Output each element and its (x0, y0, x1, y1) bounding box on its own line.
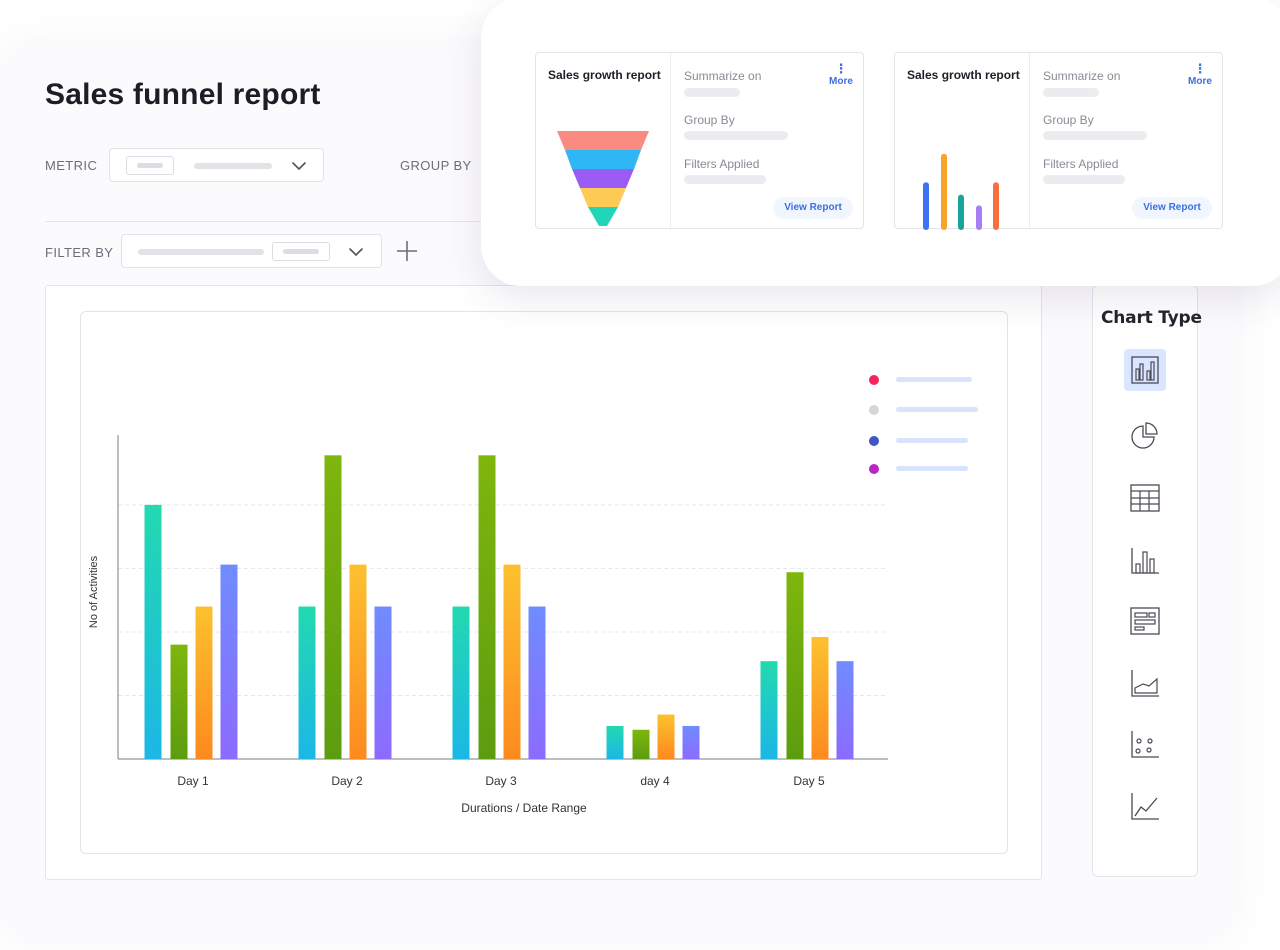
metric-select[interactable] (109, 148, 324, 182)
report-cards-overlay: Sales growth report Summarize on Group B… (481, 0, 1280, 286)
view-report-button[interactable]: View Report (773, 197, 853, 219)
filters-divider (45, 221, 485, 222)
metric-label: METRIC (45, 158, 98, 173)
metric-value-placeholder (194, 163, 272, 169)
chart-type-bar[interactable] (1124, 539, 1166, 581)
view-report-button[interactable]: View Report (1132, 197, 1212, 219)
scatter-chart-icon (1131, 731, 1159, 758)
group-by-field-label: Group By (1043, 113, 1094, 127)
area-chart-icon (1131, 670, 1159, 697)
add-filter-button[interactable] (394, 238, 420, 264)
preview-bar (923, 182, 929, 230)
vertical-dots-icon: ⋮ (1193, 61, 1207, 76)
summarize-on-label: Summarize on (1043, 69, 1121, 83)
group-by-label: GROUP BY (400, 158, 472, 173)
report-card[interactable]: Sales growth report Summarize on Group B… (535, 52, 864, 229)
summarize-on-label: Summarize on (684, 69, 762, 83)
more-label: More (1188, 76, 1212, 87)
filter-value-placeholder (138, 249, 264, 255)
chart-type-table[interactable] (1124, 477, 1166, 519)
group-by-value-placeholder (684, 131, 788, 140)
more-button[interactable]: ⋮ More (826, 61, 856, 87)
preview-bar (941, 153, 947, 230)
chevron-down-icon (349, 248, 363, 256)
report-card-title: Sales growth report (548, 68, 661, 82)
page-title: Sales funnel report (45, 78, 321, 111)
horizontal-bar-chart-icon (1130, 607, 1160, 635)
chart-type-title: Chart Type (1101, 308, 1202, 328)
filters-applied-value-placeholder (684, 175, 766, 184)
preview-bar (993, 182, 999, 230)
chart-type-pie[interactable] (1124, 414, 1166, 456)
metric-value-chip (126, 156, 174, 175)
group-by-value-placeholder (1043, 131, 1147, 140)
summarize-on-value-placeholder (684, 88, 740, 97)
preview-bar (976, 205, 982, 230)
filters-applied-label: Filters Applied (1043, 157, 1119, 171)
card-divider (1029, 53, 1030, 228)
funnel-segment (565, 150, 641, 169)
filters-applied-value-placeholder (1043, 175, 1125, 184)
funnel-segment (557, 131, 649, 150)
chart-plot-frame (80, 311, 1008, 854)
summarize-on-value-placeholder (1043, 88, 1099, 97)
filter-by-select[interactable] (121, 234, 382, 268)
bar-chart-icon (1131, 548, 1159, 574)
filter-by-label: FILTER BY (45, 245, 114, 260)
funnel-segment (580, 188, 626, 207)
vertical-dots-icon: ⋮ (834, 61, 848, 76)
filters-applied-label: Filters Applied (684, 157, 760, 171)
group-by-field-label: Group By (684, 113, 735, 127)
chart-type-line[interactable] (1124, 785, 1166, 827)
report-card[interactable]: Sales growth report Summarize on Group B… (894, 52, 1223, 230)
more-label: More (829, 76, 853, 87)
chart-type-scatter[interactable] (1124, 723, 1166, 765)
more-button[interactable]: ⋮ More (1185, 61, 1215, 87)
pie-chart-icon (1131, 422, 1158, 449)
grouped-bar-chart-icon (1131, 356, 1159, 384)
funnel-segment (572, 169, 634, 188)
report-card-title: Sales growth report (907, 68, 1020, 82)
funnel-segment (588, 207, 618, 226)
card-divider (670, 53, 671, 228)
chart-type-area[interactable] (1124, 662, 1166, 704)
line-chart-icon (1131, 793, 1159, 820)
chevron-down-icon (292, 162, 306, 170)
filter-value-chip (272, 242, 330, 261)
chart-type-horizontal-bar[interactable] (1124, 600, 1166, 642)
preview-bar (958, 194, 964, 230)
table-icon (1130, 484, 1160, 512)
chart-type-grouped-bar[interactable] (1124, 349, 1166, 391)
